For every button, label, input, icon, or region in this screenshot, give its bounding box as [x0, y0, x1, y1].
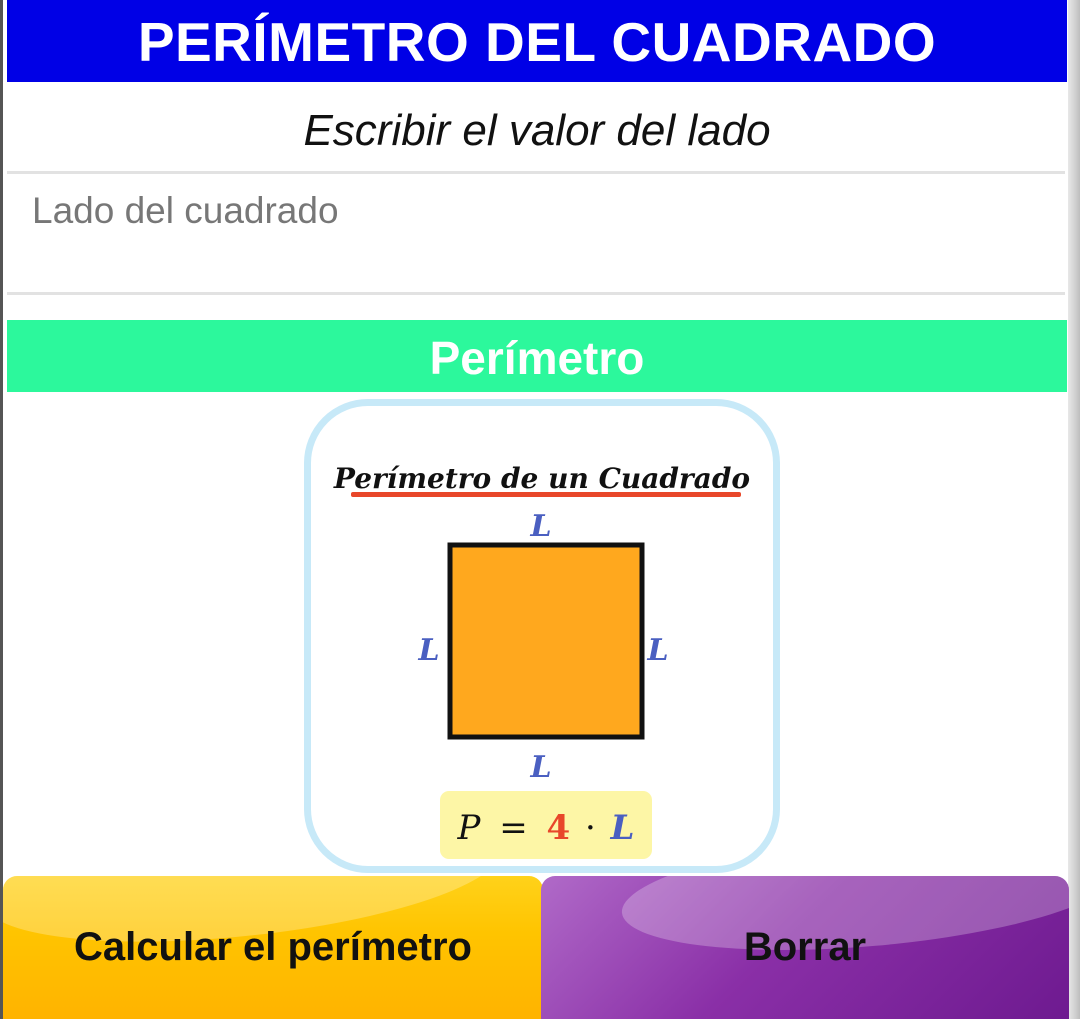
calculate-button-label: Calcular el perímetro	[74, 925, 472, 969]
side-input-container	[7, 171, 1065, 295]
side-label-bottom: L	[529, 750, 551, 785]
square-diagram: Perímetro de un Cuadrado L L L L P = 4 ·…	[333, 462, 750, 859]
left-window-edge	[0, 0, 3, 1019]
formula-variable: L	[610, 808, 635, 848]
square-shape	[447, 542, 645, 740]
clear-button-label: Borrar	[743, 925, 867, 969]
formula-coefficient: 4	[547, 808, 571, 848]
formula-p: P	[456, 808, 481, 848]
square-perimeter-illustration: Perímetro de un Cuadrado L L L L P = 4 ·…	[304, 399, 780, 873]
clear-button[interactable]: Borrar	[541, 876, 1069, 1019]
right-scroll-edge	[1068, 0, 1080, 1019]
side-label-top: L	[529, 509, 551, 544]
calculate-perimeter-button[interactable]: Calcular el perímetro	[3, 876, 543, 1019]
illustration-heading: Perímetro de un Cuadrado	[333, 462, 750, 495]
side-label-right: L	[646, 633, 668, 668]
formula-dot: ·	[585, 808, 596, 848]
formula-equals: =	[499, 808, 528, 848]
instruction-label: Escribir el valor del lado	[303, 106, 771, 155]
side-length-input[interactable]	[7, 171, 1065, 295]
heading-underline	[351, 492, 741, 497]
perimeter-result: Perímetro	[7, 320, 1067, 392]
page-title: PERÍMETRO DEL CUADRADO	[7, 0, 1067, 82]
side-label-left: L	[417, 633, 439, 668]
